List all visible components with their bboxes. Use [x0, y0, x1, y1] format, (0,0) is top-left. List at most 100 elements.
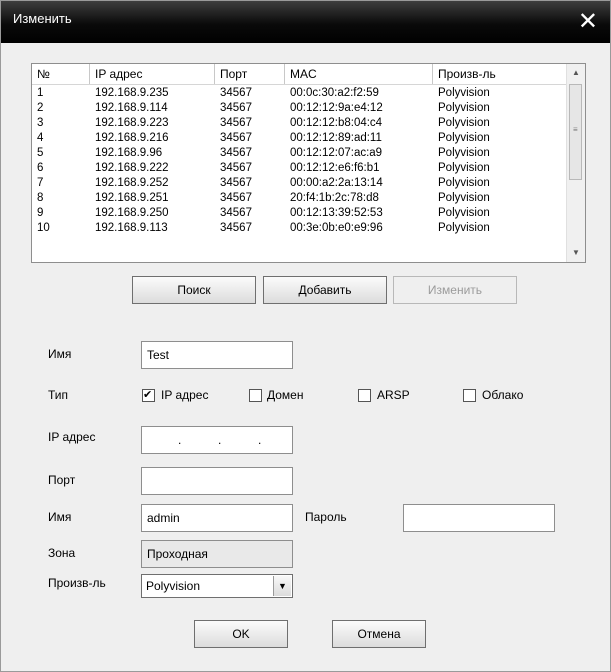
column-header-number[interactable]: № [32, 64, 90, 84]
grip-icon: ≡ [573, 125, 578, 134]
user-input[interactable]: admin [141, 504, 293, 532]
row-ip: 192.168.9.250 [95, 207, 169, 219]
scroll-down-icon[interactable]: ▼ [567, 244, 585, 262]
cancel-button[interactable]: Отмена [332, 620, 426, 648]
window-title: Изменить [13, 11, 72, 26]
type-ip-checkbox[interactable] [142, 388, 155, 402]
row-vendor: Polyvision [438, 87, 490, 99]
table-row[interactable]: 3 192.168.9.223 34567 00:12:12:b8:04:c4 Poly… [32, 116, 567, 131]
port-label: Порт [48, 473, 76, 487]
device-list-header: № IP адрес Порт MAC Произв-ль [32, 64, 567, 85]
ip-dot-separator: . [178, 433, 182, 447]
zone-field: Проходная [141, 540, 293, 568]
edit-button[interactable]: Изменить [393, 276, 517, 304]
ip-label: IP адрес [48, 430, 96, 444]
row-vendor: Polyvision [438, 162, 490, 174]
type-domain-label: Домен [267, 388, 304, 402]
scrollbar-thumb[interactable]: ≡ [569, 84, 582, 180]
row-number: 6 [37, 162, 44, 174]
row-ip: 192.168.9.252 [95, 177, 169, 189]
table-row[interactable]: 10 192.168.9.113 34567 00:3e:0b:e0:e9:96 Pol… [32, 221, 567, 236]
title-bar: Изменить ✕ [1, 1, 610, 43]
table-row[interactable]: 6 192.168.9.222 34567 00:12:12:e6:f6:b1 Poly… [32, 161, 567, 176]
name-input[interactable]: Test [141, 341, 293, 369]
row-number: 3 [37, 117, 44, 129]
row-number: 4 [37, 132, 44, 144]
user-label: Имя [48, 510, 72, 524]
ip-dot-separator: . [258, 433, 262, 447]
row-mac: 20:f4:1b:2c:78:d8 [290, 192, 379, 204]
row-vendor: Polyvision [438, 117, 490, 129]
row-number: 10 [37, 222, 50, 234]
row-mac: 00:3e:0b:e0:e9:96 [290, 222, 383, 234]
ok-button[interactable]: OK [194, 620, 288, 648]
row-port: 34567 [220, 162, 252, 174]
vendor-label: Произв-ль [48, 576, 106, 590]
table-row[interactable]: 8 192.168.9.251 34567 20:f4:1b:2c:78:d8 Poly… [32, 191, 567, 206]
ip-input[interactable]: . . . [141, 426, 293, 454]
chevron-down-icon[interactable]: ▼ [273, 576, 291, 596]
row-ip: 192.168.9.114 [95, 102, 168, 114]
vertical-scrollbar[interactable]: ▲ ≡ ▼ [566, 64, 585, 262]
table-row[interactable]: 5 192.168.9.96 34567 00:12:12:07:ac:a9 Polyv… [32, 146, 567, 161]
column-header-ip[interactable]: IP адрес [90, 64, 215, 84]
row-port: 34567 [220, 222, 252, 234]
column-header-port[interactable]: Порт [215, 64, 285, 84]
row-ip: 192.168.9.96 [95, 147, 163, 159]
row-vendor: Polyvision [438, 207, 490, 219]
row-ip: 192.168.9.216 [95, 132, 169, 144]
row-vendor: Polyvision [438, 192, 490, 204]
port-input[interactable] [141, 467, 293, 495]
row-mac: 00:12:12:b8:04:c4 [290, 117, 383, 129]
type-ip-label: IP адрес [161, 388, 209, 402]
row-ip: 192.168.9.113 [95, 222, 168, 234]
row-ip: 192.168.9.223 [95, 117, 169, 129]
row-mac: 00:12:12:07:ac:a9 [290, 147, 383, 159]
password-label: Пароль [305, 510, 347, 524]
table-row[interactable]: 9 192.168.9.250 34567 00:12:13:39:52:53 Poly… [32, 206, 567, 221]
table-row[interactable]: 1 192.168.9.235 34567 00:0c:30:a2:f2:59 Poly… [32, 86, 567, 101]
type-arsp-checkbox[interactable] [358, 389, 371, 402]
vendor-select[interactable]: Polyvision ▼ [141, 574, 293, 598]
row-port: 34567 [220, 87, 252, 99]
row-port: 34567 [220, 177, 252, 189]
type-label: Тип [48, 388, 69, 402]
search-button[interactable]: Поиск [132, 276, 256, 304]
row-port: 34567 [220, 207, 252, 219]
type-domain-checkbox[interactable] [249, 389, 262, 402]
row-mac: 00:12:12:9a:e4:12 [290, 102, 383, 114]
column-header-mac[interactable]: MAC [285, 64, 433, 84]
row-mac: 00:00:a2:2a:13:14 [290, 177, 383, 189]
device-list[interactable]: № IP адрес Порт MAC Произв-ль 1 192.168.9… [31, 63, 586, 263]
row-mac: 00:12:12:e6:f6:b1 [290, 162, 380, 174]
add-button[interactable]: Добавить [263, 276, 387, 304]
table-row[interactable]: 4 192.168.9.216 34567 00:12:12:89:ad:11 Poly… [32, 131, 567, 146]
zone-label: Зона [48, 546, 76, 560]
row-number: 7 [37, 177, 44, 189]
row-vendor: Polyvision [438, 132, 490, 144]
row-ip: 192.168.9.222 [95, 162, 169, 174]
edit-dialog: Изменить ✕ № IP адрес Порт MAC Произв-ль… [0, 0, 611, 672]
close-icon[interactable]: ✕ [578, 9, 598, 33]
name-label: Имя [48, 347, 72, 361]
row-port: 34567 [220, 192, 252, 204]
row-mac: 00:12:13:39:52:53 [290, 207, 383, 219]
table-row[interactable]: 7 192.168.9.252 34567 00:00:a2:2a:13:14 Poly… [32, 176, 567, 191]
row-mac: 00:12:12:89:ad:11 [290, 132, 382, 144]
row-vendor: Polyvision [438, 147, 490, 159]
row-number: 2 [37, 102, 44, 114]
table-row[interactable]: 2 192.168.9.114 34567 00:12:12:9a:e4:12 Poly… [32, 101, 567, 116]
ip-dot-separator: . [218, 433, 222, 447]
password-input[interactable] [403, 504, 555, 532]
scroll-up-icon[interactable]: ▲ [567, 64, 585, 82]
row-ip: 192.168.9.251 [95, 192, 169, 204]
row-vendor: Polyvision [438, 222, 490, 234]
row-number: 9 [37, 207, 44, 219]
row-number: 1 [37, 87, 44, 99]
row-number: 8 [37, 192, 44, 204]
row-ip: 192.168.9.235 [95, 87, 169, 99]
row-port: 34567 [220, 102, 252, 114]
column-header-vendor[interactable]: Произв-ль [433, 64, 567, 84]
type-cloud-checkbox[interactable] [463, 389, 476, 402]
row-number: 5 [37, 147, 44, 159]
